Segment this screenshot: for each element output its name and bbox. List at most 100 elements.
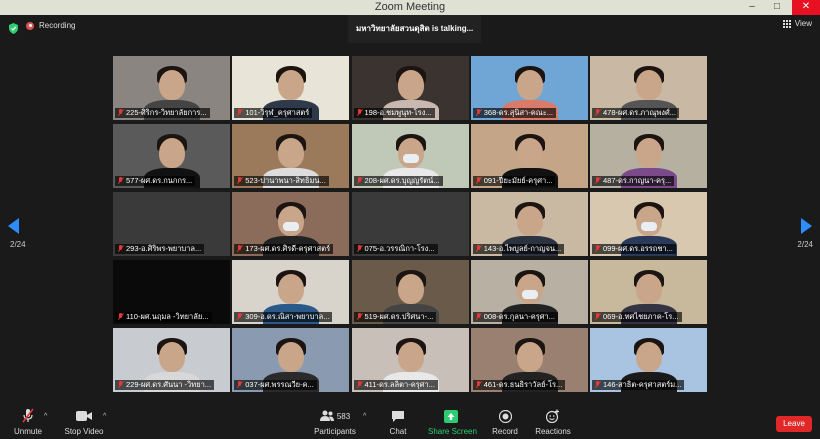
participant-name-label: 208-ผศ.ดร.บุญญรัตน์... bbox=[353, 176, 443, 186]
recording-dot-icon bbox=[26, 21, 34, 30]
participants-options-caret-icon[interactable]: ^ bbox=[363, 413, 366, 420]
participants-label: Participants bbox=[314, 427, 356, 436]
close-button[interactable]: ✕ bbox=[792, 0, 820, 15]
minimize-button[interactable]: – bbox=[741, 0, 763, 15]
muted-mic-icon bbox=[356, 109, 363, 117]
muted-mic-icon bbox=[356, 381, 363, 389]
title-bar: Zoom Meeting – □ ✕ bbox=[0, 0, 820, 15]
participant-tile[interactable]: 099-ผศ.ดร.อรรถชา... bbox=[590, 192, 707, 256]
leave-button[interactable]: Leave bbox=[776, 416, 812, 432]
muted-mic-icon bbox=[475, 381, 482, 389]
participant-name: 293-อ.ศิริพร-พยาบาล... bbox=[126, 244, 202, 253]
participant-name-label: 099-ผศ.ดร.อรรถชา... bbox=[592, 244, 676, 254]
record-button[interactable]: Record bbox=[490, 408, 520, 436]
participant-name: 577-ผศ.ดร.กนกกร... bbox=[126, 176, 193, 185]
participant-face bbox=[636, 342, 662, 372]
stop-video-button[interactable]: Stop Video bbox=[62, 408, 106, 436]
participant-tile[interactable]: 487-ดร.กาญนา-ครุ... bbox=[590, 124, 707, 188]
participant-face bbox=[397, 274, 424, 304]
share-screen-button[interactable]: Share Screen bbox=[428, 408, 477, 436]
participant-face bbox=[278, 274, 305, 304]
participant-tile[interactable]: 309-อ.ดร.ณิสา-พยาบาล... bbox=[232, 260, 350, 324]
previous-page-arrow-icon[interactable] bbox=[8, 218, 20, 234]
participant-name-label: 487-ดร.กาญนา-ครุ... bbox=[592, 176, 675, 186]
record-label: Record bbox=[492, 427, 518, 436]
muted-mic-icon bbox=[356, 245, 363, 253]
participant-face bbox=[397, 342, 424, 372]
participant-tile[interactable]: 411-ดร.ลลิตา-ครุศา... bbox=[351, 328, 469, 392]
participant-name: 091-ปียะมัยย์-ครุศา... bbox=[483, 176, 553, 185]
participant-tile[interactable]: 069-อ.ทศไชยภาค-โร... bbox=[590, 260, 707, 324]
participant-tile[interactable]: 225-ศิริกร-วิทยาลัยการ... bbox=[113, 56, 230, 120]
active-speaker-banner: มหาวิทยาลัยสวนดุสิต is talking... bbox=[348, 15, 482, 43]
participant-name-label: 577-ผศ.ดร.กนกกร... bbox=[115, 176, 196, 186]
muted-mic-icon bbox=[236, 245, 243, 253]
audio-options-caret-icon[interactable]: ^ bbox=[44, 413, 47, 420]
participant-name: 519-ผศ.ดร.ปริศนา-... bbox=[364, 312, 434, 321]
participant-name-label: 229-ผศ.ดร.ศันนา -วิทยา... bbox=[115, 380, 215, 390]
muted-mic-icon bbox=[356, 177, 363, 185]
participant-tile[interactable]: 091-ปียะมัยย์-ครุศา... bbox=[470, 124, 588, 188]
participant-tile[interactable]: 577-ผศ.ดร.กนกกร... bbox=[113, 124, 230, 188]
recording-label: Recording bbox=[39, 21, 76, 30]
face-mask bbox=[283, 222, 300, 231]
participant-face bbox=[397, 70, 424, 100]
face-mask bbox=[521, 290, 538, 299]
participant-tile[interactable]: 523-ปานาพนา-สิทธิมน... bbox=[232, 124, 350, 188]
participant-name-label: 037-ผศ.พรรณวีย-ค... bbox=[234, 380, 317, 390]
participants-button[interactable]: 583 Participants bbox=[314, 408, 356, 436]
participant-tile[interactable]: 229-ผศ.ดร.ศันนา -วิทยา... bbox=[113, 328, 230, 392]
participant-name-label: 293-อ.ศิริพร-พยาบาล... bbox=[115, 244, 205, 254]
video-options-caret-icon[interactable]: ^ bbox=[103, 413, 106, 420]
chat-button[interactable]: Chat bbox=[385, 408, 411, 436]
participant-face bbox=[159, 70, 185, 100]
view-button[interactable]: View bbox=[782, 19, 812, 28]
participant-tile[interactable]: 037-ผศ.พรรณวีย-ค... bbox=[232, 328, 350, 392]
muted-mic-icon bbox=[117, 381, 124, 389]
shield-icon[interactable] bbox=[9, 23, 18, 34]
meeting-toolbar: Unmute ^ Stop Video ^ 583 Participants ^ bbox=[0, 404, 820, 439]
participant-tile[interactable]: 110-ผศ.นฤมล -วิทยาลัย... bbox=[113, 260, 230, 324]
participant-name: 208-ผศ.ดร.บุญญรัตน์... bbox=[364, 176, 440, 185]
participant-name: 143-อ.ไพบูลย์-กาญจน... bbox=[483, 244, 562, 253]
smiley-plus-icon bbox=[546, 409, 559, 423]
participant-name: 146-สาธิต-ครุศาสตร์ม... bbox=[603, 380, 682, 389]
participant-tile[interactable]: 519-ผศ.ดร.ปริศนา-... bbox=[351, 260, 469, 324]
reactions-label: Reactions bbox=[535, 427, 571, 436]
participant-name: 075-อ.วรรณิกา-โรง... bbox=[364, 244, 435, 253]
page-indicator-right: 2/24 bbox=[797, 240, 813, 249]
face-mask bbox=[402, 154, 419, 163]
participant-tile[interactable]: 075-อ.วรรณิกา-โรง... bbox=[351, 192, 469, 256]
participant-name: 461-ดร.ธนธิราวัลย์-โร... bbox=[483, 380, 563, 389]
participant-tile[interactable]: 293-อ.ศิริพร-พยาบาล... bbox=[113, 192, 230, 256]
participant-tile[interactable]: 198-อ.ชมพูนุท-โรง... bbox=[351, 56, 469, 120]
share-screen-label: Share Screen bbox=[428, 427, 477, 436]
participant-name: 110-ผศ.นฤมล -วิทยาลัย... bbox=[126, 312, 209, 321]
participant-tile[interactable]: 101-วิรุฬ_ครุศาสตร์ bbox=[232, 56, 350, 120]
participant-tile[interactable]: 173-ผศ.ดร.ศิรดี-ครุศาสตร์ bbox=[232, 192, 350, 256]
chat-bubble-icon bbox=[392, 410, 404, 422]
participant-name-label: 091-ปียะมัยย์-ครุศา... bbox=[472, 176, 556, 186]
stop-video-label: Stop Video bbox=[64, 427, 104, 436]
participant-name-label: 225-ศิริกร-วิทยาลัยการ... bbox=[115, 108, 210, 118]
participant-name: 225-ศิริกร-วิทยาลัยการ... bbox=[126, 108, 207, 117]
muted-mic-icon bbox=[236, 313, 243, 321]
participant-tile[interactable]: 461-ดร.ธนธิราวัลย์-โร... bbox=[470, 328, 588, 392]
participant-tile[interactable]: 008-ดร.กุลนา-ครุศา... bbox=[470, 260, 588, 324]
participant-tile[interactable]: 146-สาธิต-ครุศาสตร์ม... bbox=[590, 328, 707, 392]
participant-tile[interactable]: 208-ผศ.ดร.บุญญรัตน์... bbox=[351, 124, 469, 188]
participant-face bbox=[636, 70, 662, 100]
maximize-button[interactable]: □ bbox=[766, 0, 788, 15]
participant-name-label: 519-ผศ.ดร.ปริศนา-... bbox=[353, 312, 437, 322]
unmute-button[interactable]: Unmute bbox=[10, 408, 46, 436]
participant-tile[interactable]: 143-อ.ไพบูลย์-กาญจน... bbox=[470, 192, 588, 256]
next-page-arrow-icon[interactable] bbox=[800, 218, 812, 234]
participant-tile[interactable]: 478-ผศ.ดร.ภาณุพงศ์... bbox=[590, 56, 707, 120]
participant-tile[interactable]: 368-ดร.สุนิสา-คณะ... bbox=[470, 56, 588, 120]
participant-name: 229-ผศ.ดร.ศันนา -วิทยา... bbox=[126, 380, 212, 389]
participant-name: 008-ดร.กุลนา-ครุศา... bbox=[483, 312, 555, 321]
participant-face bbox=[516, 206, 543, 236]
muted-mic-icon bbox=[236, 381, 243, 389]
recording-indicator[interactable]: Recording bbox=[26, 21, 75, 30]
reactions-button[interactable]: Reactions bbox=[534, 408, 572, 436]
